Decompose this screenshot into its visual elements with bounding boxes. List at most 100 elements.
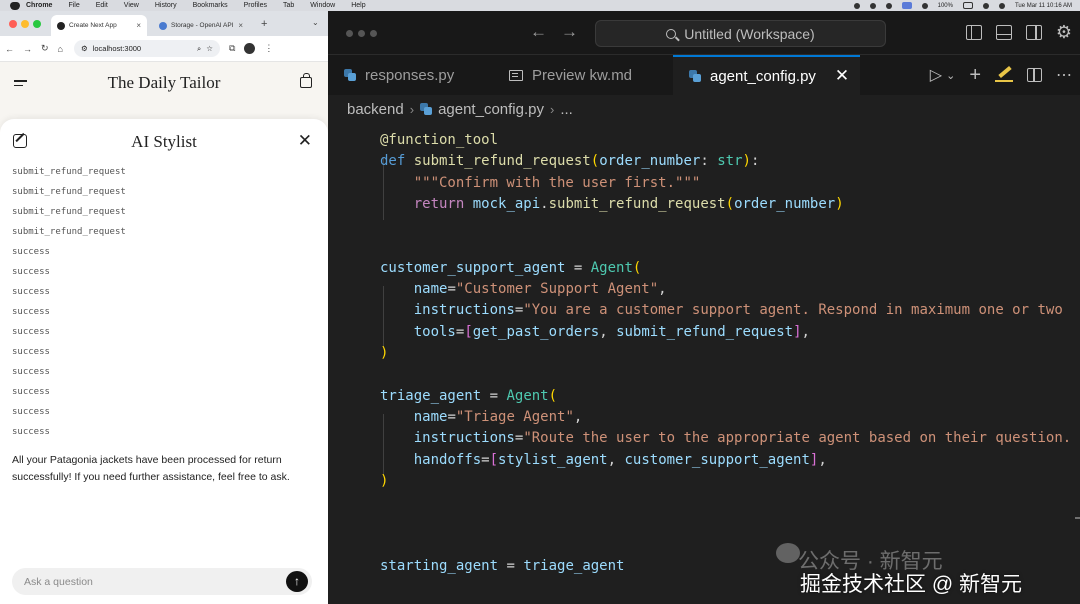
gear-icon[interactable]: ⚙ xyxy=(1056,23,1072,41)
site-info-icon[interactable]: ⚙ xyxy=(81,44,88,53)
close-panel-icon[interactable]: ✕ xyxy=(298,131,312,151)
layout-controls: ⚙ xyxy=(965,23,1072,41)
extensions-icon[interactable]: ⧉ xyxy=(229,43,235,54)
code-line: return mock_api.submit_refund_request(or… xyxy=(413,195,844,212)
menu-help[interactable]: Help xyxy=(351,2,365,9)
tab-search-button[interactable]: ⌄ xyxy=(312,18,319,27)
tab-responses-py[interactable]: responses.py xyxy=(328,55,493,95)
breadcrumb-symbol[interactable]: ... xyxy=(560,101,573,118)
battery-percent: 100% xyxy=(937,2,953,9)
code-line: @function_tool xyxy=(380,132,499,148)
log-line: success xyxy=(12,427,50,437)
command-center-search[interactable]: Untitled (Workspace) xyxy=(595,20,886,47)
highlight-pen-icon[interactable] xyxy=(995,68,1013,82)
home-icon[interactable]: ⌂ xyxy=(58,44,63,54)
chevron-right-icon: › xyxy=(549,101,555,117)
close-tab-icon[interactable]: ✕ xyxy=(835,66,849,86)
editor-tabs: responses.py Preview kw.md agent_config.… xyxy=(328,55,1080,95)
nextjs-favicon-icon xyxy=(57,21,65,30)
log-line: success xyxy=(12,267,50,277)
browser-tabstrip: Create Next App × Storage - OpenAI API ×… xyxy=(0,11,328,36)
log-line: success xyxy=(12,367,50,377)
plus-icon[interactable]: + xyxy=(969,64,981,87)
split-editor-icon[interactable] xyxy=(1027,68,1042,82)
tab-agent-config-py[interactable]: agent_config.py ✕ xyxy=(673,55,860,95)
code-line: instructions="Route the user to the appr… xyxy=(413,430,1072,447)
menu-history[interactable]: History xyxy=(155,2,177,9)
new-tab-button[interactable]: + xyxy=(261,18,267,30)
minimize-window-button[interactable] xyxy=(358,30,365,37)
site-header: The Daily Tailor xyxy=(0,62,328,104)
site-title[interactable]: The Daily Tailor xyxy=(0,73,328,93)
close-tab-icon[interactable]: × xyxy=(238,21,243,30)
code-line: triage_agent = Agent( xyxy=(380,387,558,404)
battery-icon[interactable] xyxy=(962,2,973,9)
go-forward-icon[interactable]: → xyxy=(561,22,578,42)
zoom-icon[interactable]: ⌕ xyxy=(197,44,201,54)
menu-chrome[interactable]: Chrome xyxy=(26,2,52,9)
editor-actions: ▷ ⌄ + ⋯ xyxy=(930,55,1072,95)
menu-tab[interactable]: Tab xyxy=(283,2,294,9)
code-line: name="Customer Support Agent", xyxy=(413,281,667,298)
menu-file[interactable]: File xyxy=(68,2,79,9)
toggle-secondary-sidebar-icon[interactable] xyxy=(1025,25,1042,40)
chevron-down-icon[interactable]: ⌄ xyxy=(946,69,955,82)
minimize-window-button[interactable] xyxy=(21,20,29,28)
macos-menubar: Chrome File Edit View History Bookmarks … xyxy=(0,0,1080,11)
status-icon[interactable] xyxy=(921,2,928,9)
status-icon[interactable] xyxy=(853,2,860,9)
send-button[interactable]: ↑ xyxy=(286,571,308,592)
back-arrow-icon[interactable]: ← xyxy=(5,44,14,54)
code-line: customer_support_agent = Agent( xyxy=(380,259,642,276)
forward-arrow-icon[interactable]: → xyxy=(23,44,32,54)
wifi-icon[interactable] xyxy=(982,2,989,9)
code-editor[interactable]: @function_tool def submit_refund_request(… xyxy=(328,124,1080,604)
apple-icon[interactable] xyxy=(10,1,20,10)
close-window-button[interactable] xyxy=(9,20,17,28)
go-back-icon[interactable]: ← xyxy=(530,22,547,42)
reload-icon[interactable]: ↻ xyxy=(41,43,49,54)
menu-view[interactable]: View xyxy=(124,2,139,9)
menu-window[interactable]: Window xyxy=(310,2,335,9)
breadcrumb-file[interactable]: agent_config.py xyxy=(438,101,544,118)
zoom-window-button[interactable] xyxy=(33,20,41,28)
screen-mirror-icon[interactable] xyxy=(901,2,912,9)
chevron-right-icon: › xyxy=(409,101,415,117)
status-icon[interactable] xyxy=(869,2,876,9)
bookmark-star-icon[interactable]: ☆ xyxy=(206,44,213,53)
menu-bookmarks[interactable]: Bookmarks xyxy=(193,2,228,9)
scrollbar-marker[interactable] xyxy=(1075,517,1080,519)
toggle-panel-icon[interactable] xyxy=(995,25,1012,40)
workspace-title: Untitled (Workspace) xyxy=(684,25,815,42)
shopping-bag-icon[interactable] xyxy=(300,73,312,88)
arrow-up-icon: ↑ xyxy=(294,574,300,588)
toggle-primary-sidebar-icon[interactable] xyxy=(965,25,982,40)
zoom-window-button[interactable] xyxy=(370,30,377,37)
assistant-message: All your Patagonia jackets have been pro… xyxy=(12,454,290,483)
chrome-menu-icon[interactable]: ⋮ xyxy=(264,43,273,54)
code-line: starting_agent = triage_agent xyxy=(380,558,625,574)
code-line: """Confirm with the user first.""" xyxy=(413,174,701,191)
search-icon[interactable] xyxy=(998,2,1005,9)
close-window-button[interactable] xyxy=(346,30,353,37)
menubar-clock[interactable]: Tue Mar 11 10:16 AM xyxy=(1015,3,1072,9)
close-tab-icon[interactable]: × xyxy=(136,21,141,30)
browser-tab-storage[interactable]: Storage - OpenAI API × xyxy=(153,15,249,36)
browser-window: Create Next App × Storage - OpenAI API ×… xyxy=(0,11,328,604)
profile-avatar[interactable] xyxy=(244,43,256,54)
browser-toolbar: ← → ↻ ⌂ ⚙ localhost:3000 ⌕ ☆ ⧉ ⋮ xyxy=(0,36,328,62)
address-bar[interactable]: ⚙ localhost:3000 ⌕ ☆ xyxy=(73,40,220,57)
breadcrumb-folder[interactable]: backend xyxy=(347,101,404,118)
menu-profiles[interactable]: Profiles xyxy=(244,2,267,9)
markdown-preview-icon xyxy=(509,69,523,81)
more-actions-icon[interactable]: ⋯ xyxy=(1056,65,1072,85)
status-icon[interactable] xyxy=(885,2,892,9)
code-line: tools=[get_past_orders, submit_refund_re… xyxy=(413,323,810,340)
browser-tab-create-next-app[interactable]: Create Next App × xyxy=(51,15,147,36)
run-play-icon[interactable]: ▷ xyxy=(930,65,942,85)
log-line: submit_refund_request xyxy=(12,167,126,177)
menu-edit[interactable]: Edit xyxy=(96,2,108,9)
tab-preview-kw-md[interactable]: Preview kw.md xyxy=(493,55,673,95)
code-line: ) xyxy=(380,472,389,489)
ask-question-input[interactable] xyxy=(12,568,282,595)
